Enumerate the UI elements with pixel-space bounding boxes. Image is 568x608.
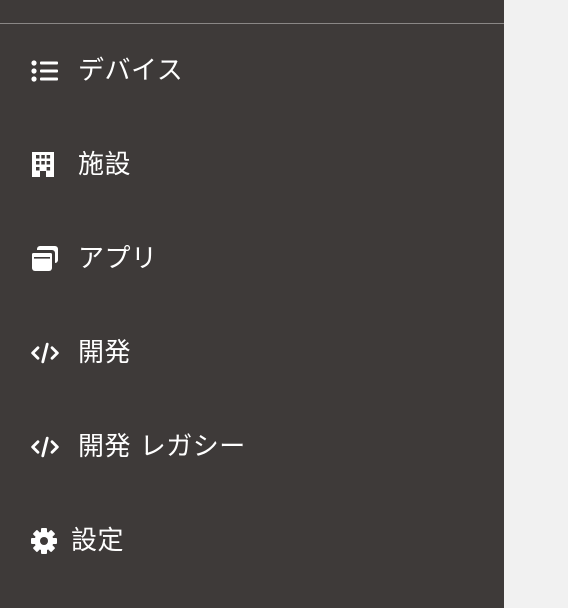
sidebar-item-development[interactable]: 開発 [0,325,504,381]
sidebar-item-devices[interactable]: デバイス [0,43,504,99]
code-icon [30,341,60,365]
gear-icon [30,528,60,554]
sidebar-item-label: 開発 [78,338,132,368]
sidebar: デバイス 施設 アプリ 開発 開発 レガシー 設定 [0,0,504,608]
list-icon [30,59,60,83]
sidebar-item-label: 施設 [78,150,132,180]
windows-icon [30,246,60,271]
code-icon [30,435,60,459]
sidebar-item-label: 設定 [71,526,125,556]
sidebar-item-label: デバイス [78,56,184,86]
sidebar-item-label: 開発 レガシー [78,432,246,462]
sidebar-item-label: アプリ [78,244,158,274]
sidebar-item-facilities[interactable]: 施設 [0,137,504,193]
sidebar-item-apps[interactable]: アプリ [0,231,504,287]
building-icon [30,152,60,177]
sidebar-item-settings[interactable]: 設定 [0,513,504,569]
sidebar-divider [0,23,504,24]
content-area [504,0,568,608]
sidebar-item-development-legacy[interactable]: 開発 レガシー [0,419,504,475]
